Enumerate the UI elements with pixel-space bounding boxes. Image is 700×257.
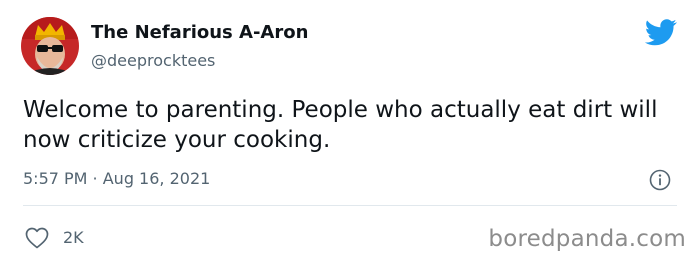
tweet-card: The Nefarious A-Aron @deeprocktees Welco… [0, 0, 700, 257]
heart-icon[interactable] [25, 227, 49, 249]
tweet-text: Welcome to parenting. People who actuall… [23, 97, 658, 153]
tweet-timestamp[interactable]: 5:57 PM · Aug 16, 2021 [23, 169, 210, 188]
watermark: boredpanda.com [488, 226, 686, 252]
twitter-bird-icon[interactable] [644, 19, 677, 46]
divider [23, 205, 677, 206]
info-icon[interactable] [649, 169, 671, 191]
avatar-photo-icon [21, 17, 79, 75]
like-count: 2K [63, 228, 84, 247]
display-name[interactable]: The Nefarious A-Aron [91, 22, 308, 43]
avatar[interactable] [21, 17, 79, 75]
user-handle[interactable]: @deeprocktees [91, 51, 215, 70]
